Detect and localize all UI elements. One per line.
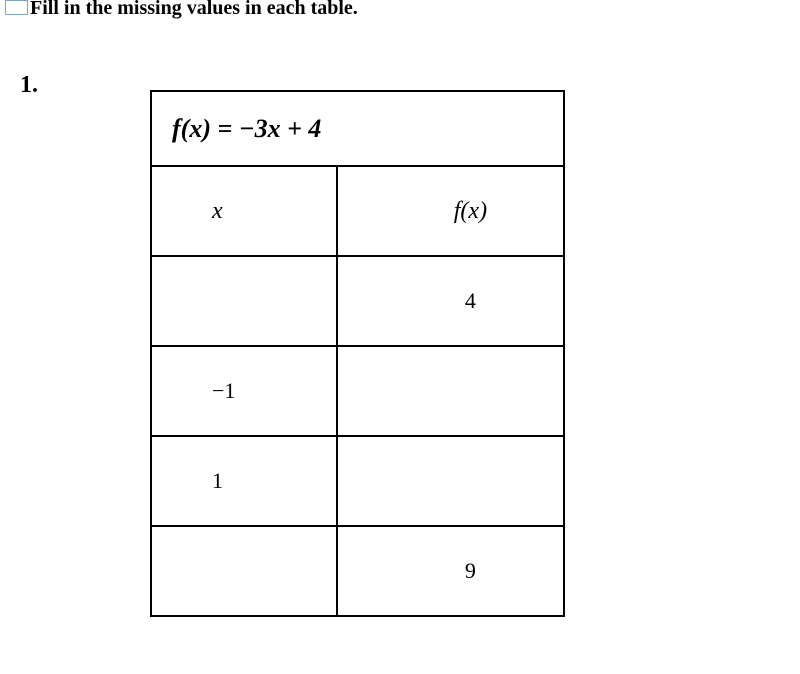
fx-cell[interactable] (337, 346, 564, 436)
function-table: f(x) = −3x + 4 x f(x) 4 −1 1 9 (150, 90, 565, 617)
x-cell[interactable] (151, 256, 337, 346)
table-row: 9 (151, 526, 564, 616)
x-cell: −1 (151, 346, 337, 436)
fx-header: f(x) (337, 166, 564, 256)
instruction-text: Fill in the missing values in each table… (30, 0, 358, 20)
x-cell: 1 (151, 436, 337, 526)
table-row: 1 (151, 436, 564, 526)
fx-cell[interactable] (337, 436, 564, 526)
table-row: −1 (151, 346, 564, 436)
highlight-marker (5, 0, 28, 15)
x-header: x (151, 166, 337, 256)
fx-cell: 9 (337, 526, 564, 616)
x-cell[interactable] (151, 526, 337, 616)
table-row: 4 (151, 256, 564, 346)
fx-cell: 4 (337, 256, 564, 346)
problem-number: 1. (20, 72, 38, 99)
formula-cell: f(x) = −3x + 4 (151, 91, 564, 166)
